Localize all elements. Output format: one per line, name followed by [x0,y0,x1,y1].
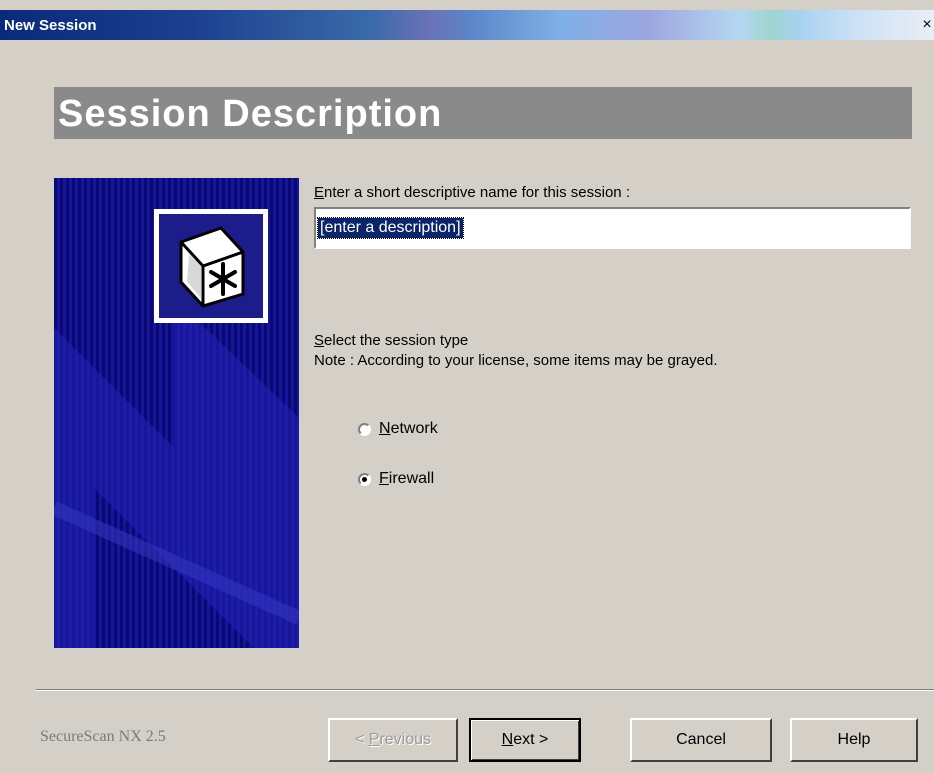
snowflake-box-icon [154,209,268,323]
wizard-banner-image [54,178,299,648]
cancel-button[interactable]: Cancel [630,718,772,762]
help-button[interactable]: Help [790,718,918,762]
title-bar[interactable]: New Session × [0,10,934,40]
page-title: Session Description [58,93,443,135]
footer-separator [36,689,934,691]
description-value[interactable]: [enter a description] [317,217,464,239]
close-icon[interactable]: × [920,16,934,34]
license-note: Note : According to your license, some i… [314,352,718,369]
radio-firewall-button[interactable] [358,472,371,486]
session-type-label: Select the session type [314,332,469,349]
radio-firewall[interactable]: Firewall [358,470,434,488]
window-title: New Session [4,17,97,34]
new-session-dialog: New Session × Session Description Enter … [0,0,934,773]
product-brand: SecureScan NX 2.5 [40,728,166,745]
radio-network-label[interactable]: Network [379,420,438,438]
page-header: Session Description [54,87,912,139]
previous-button[interactable]: < Previous [328,718,458,762]
radio-network-button[interactable] [358,422,371,436]
radio-network[interactable]: Network [358,420,438,438]
radio-firewall-label[interactable]: Firewall [379,470,434,488]
description-prompt: Enter a short descriptive name for this … [314,184,630,201]
next-button[interactable]: Next > [469,718,581,762]
